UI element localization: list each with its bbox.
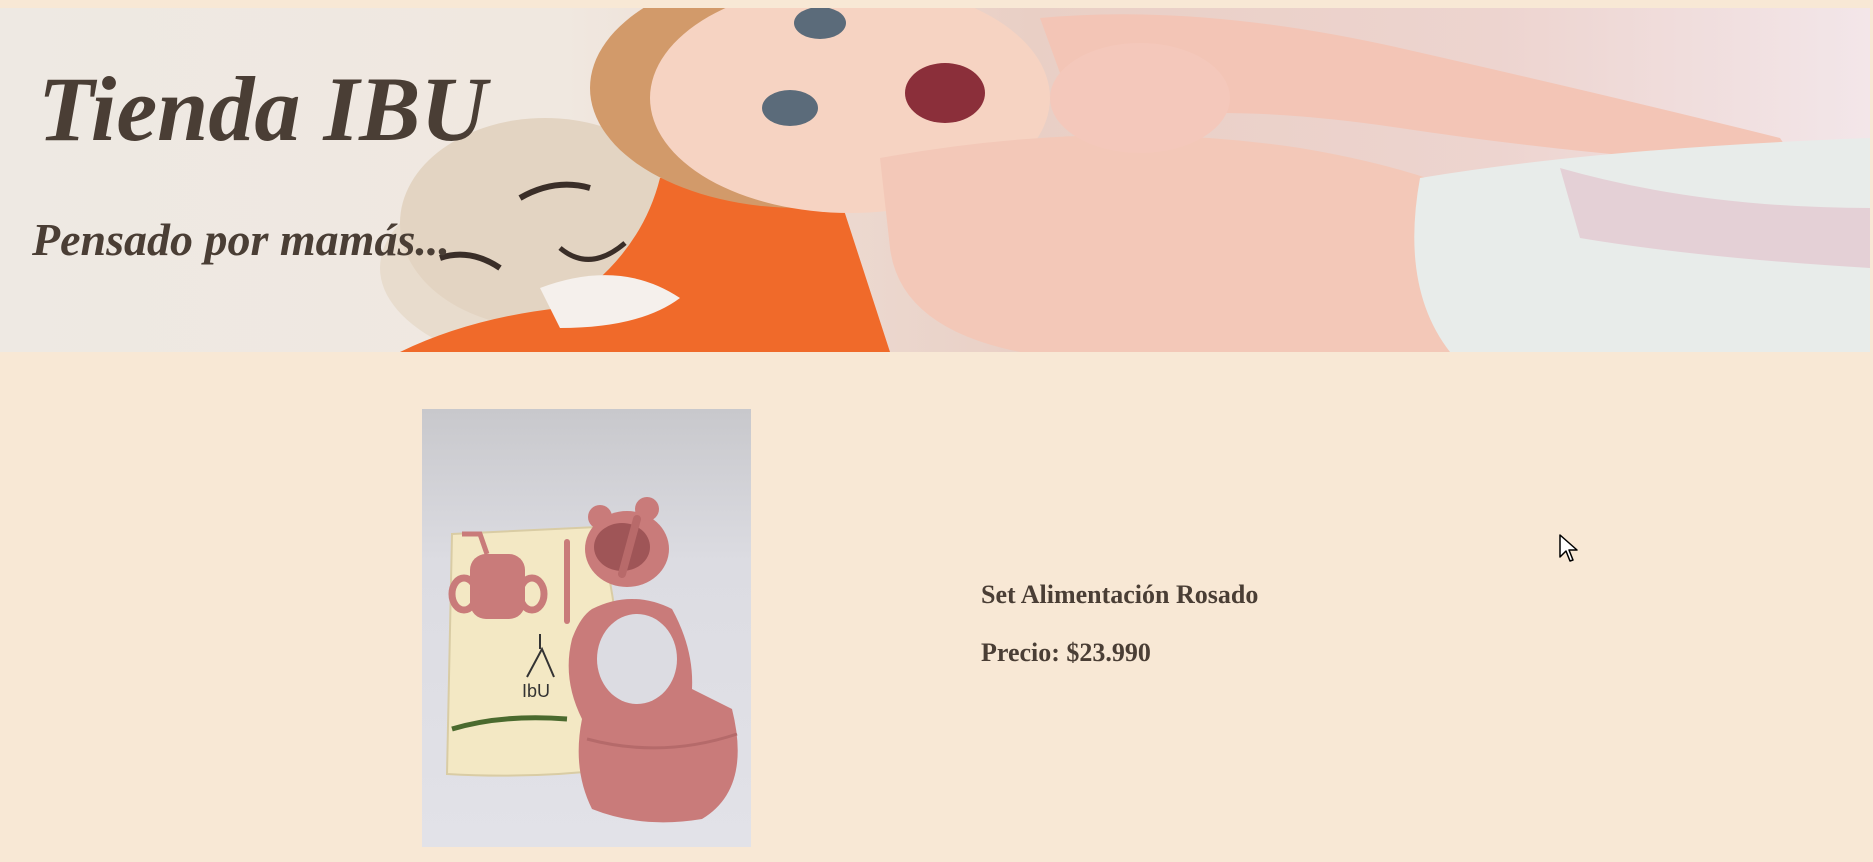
product-price: Precio: $23.990 — [981, 638, 1258, 668]
hero-banner: Tienda IBU Pensado por mamás... — [0, 8, 1870, 352]
top-strip — [0, 0, 1873, 8]
product-image[interactable]: IbU — [422, 409, 751, 847]
site-subtitle: Pensado por mamás... — [32, 214, 450, 265]
straw-icon — [564, 539, 570, 624]
baby-eye — [762, 90, 818, 126]
product-photo-icon: IbU — [445, 497, 738, 823]
price-value: $23.990 — [1066, 638, 1151, 667]
baby-mouth — [905, 63, 985, 123]
bowl-ear — [588, 505, 612, 529]
site-title: Tienda IBU — [38, 58, 487, 160]
product-info: Set Alimentación Rosado Precio: $23.990 — [981, 580, 1258, 668]
price-label: Precio: — [981, 638, 1060, 667]
baby-foot — [1050, 43, 1230, 153]
bib-neck — [597, 614, 677, 704]
bag-logo-text: IbU — [522, 681, 550, 701]
product-name[interactable]: Set Alimentación Rosado — [981, 580, 1258, 610]
baby-eye — [794, 8, 846, 39]
mouse-cursor-icon — [1559, 534, 1578, 562]
